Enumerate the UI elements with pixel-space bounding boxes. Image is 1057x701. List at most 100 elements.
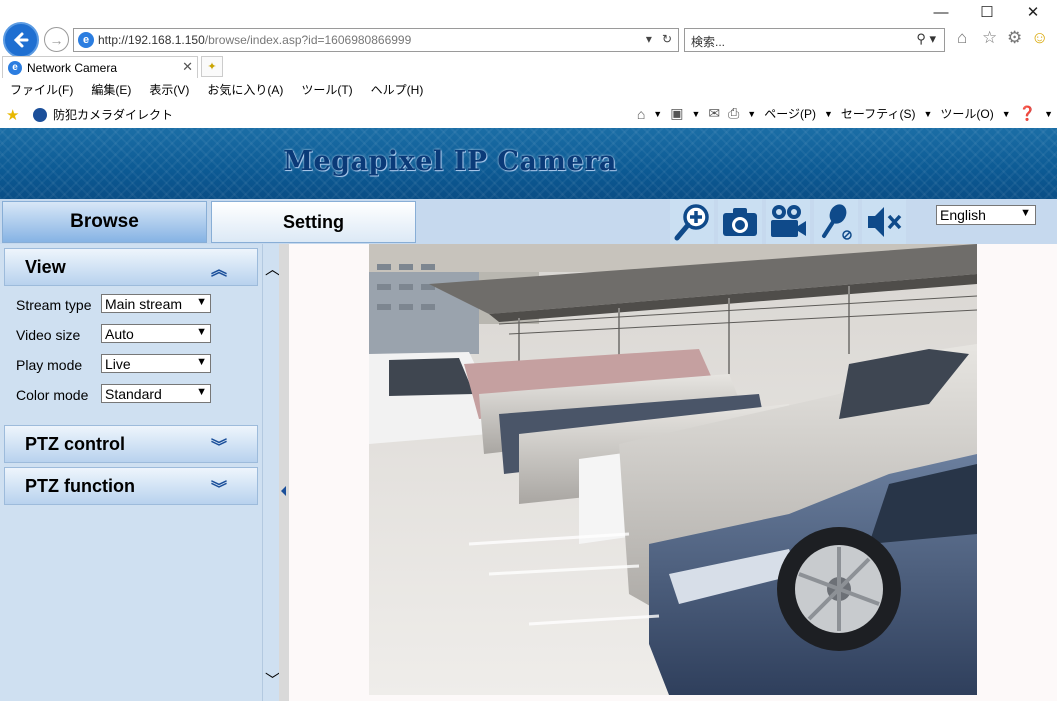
field-label: Video size: [16, 327, 81, 343]
search-icon[interactable]: ⚲ ▾: [916, 31, 936, 47]
menu-tools[interactable]: ツール(T): [301, 81, 352, 98]
language-select[interactable]: English ▼: [936, 205, 1036, 225]
search-placeholder: 検索...: [691, 35, 726, 49]
menu-file[interactable]: ファイル(F): [10, 81, 73, 98]
back-arrow-icon: [13, 32, 29, 48]
url-path: /browse/index.asp?id=1606980866999: [204, 33, 412, 47]
mail-icon[interactable]: ✉: [708, 105, 720, 122]
section-ptz-function-header[interactable]: PTZ function ︾: [4, 467, 258, 505]
control-panel: View ︽ Stream type Main stream ▼ Video s…: [0, 244, 263, 701]
section-ptz-control-header[interactable]: PTZ control ︾: [4, 425, 258, 463]
favorite-link-label: 防犯カメラダイレクト: [53, 108, 174, 122]
play-mode-value: Live: [105, 355, 131, 372]
camera-toolbar: [670, 199, 906, 244]
tab-setting[interactable]: Setting: [211, 201, 416, 243]
page-menu[interactable]: ページ(P): [764, 105, 816, 122]
camera-icon: [723, 207, 757, 236]
tab-strip: e Network Camera ✕ ✦: [0, 56, 1057, 78]
expand-down-icon[interactable]: ︾: [211, 475, 227, 499]
favorites-star-icon[interactable]: ☆: [982, 28, 997, 48]
favorites-star-icon[interactable]: ★: [6, 106, 19, 124]
zoom-in-icon: [674, 203, 709, 240]
safety-menu[interactable]: セーフティ(S): [841, 105, 916, 122]
play-mode-select[interactable]: Live ▼: [101, 354, 211, 373]
speaker-button[interactable]: [862, 199, 906, 244]
chevron-down-icon: ▼: [1020, 207, 1031, 219]
tab-network-camera[interactable]: e Network Camera ✕: [2, 56, 198, 78]
field-stream-type: Stream type Main stream ▼: [16, 294, 216, 314]
tab-title: Network Camera: [27, 60, 118, 75]
field-label: Stream type: [16, 297, 92, 313]
menu-help[interactable]: ヘルプ(H): [371, 81, 424, 98]
header-banner: Megapixel IP Camera: [0, 128, 1057, 199]
address-bar-row: → e http://192.168.1.150/browse/index.as…: [0, 22, 1057, 58]
zoom-in-button[interactable]: [670, 199, 714, 244]
chevron-down-icon: ▼: [196, 296, 207, 308]
chevron-down-icon: ▼: [196, 326, 207, 338]
new-tab-button[interactable]: ✦: [201, 56, 223, 77]
back-button[interactable]: [3, 22, 39, 58]
speaker-mute-icon: [868, 206, 902, 237]
field-label: Play mode: [16, 357, 83, 373]
scroll-up-icon[interactable]: ︿: [265, 258, 280, 279]
rss-feed-icon[interactable]: ▣: [670, 105, 683, 122]
close-window-button[interactable]: ✕: [1010, 0, 1056, 24]
expand-down-icon[interactable]: ︾: [211, 433, 227, 457]
maximize-button[interactable]: ☐: [964, 0, 1010, 24]
microphone-button[interactable]: [814, 199, 858, 244]
help-icon[interactable]: ❓: [1019, 105, 1036, 122]
field-color-mode: Color mode Standard ▼: [16, 384, 216, 404]
menu-view[interactable]: 表示(V): [149, 81, 189, 98]
record-button[interactable]: [766, 199, 810, 244]
chevron-down-icon: ▼: [196, 356, 207, 368]
menu-bar: ファイル(F) 編集(E) 表示(V) お気に入り(A) ツール(T) ヘルプ(…: [0, 78, 1057, 100]
section-ptz-control-title: PTZ control: [25, 433, 125, 454]
color-mode-value: Standard: [105, 385, 162, 402]
page-title: Megapixel IP Camera: [283, 146, 617, 177]
scroll-down-icon[interactable]: ﹀: [265, 669, 280, 690]
window-titlebar: — ☐ ✕: [0, 0, 1057, 24]
ie-favicon-icon: e: [8, 60, 22, 75]
collapse-up-icon[interactable]: ︽: [211, 256, 227, 280]
tools-menu[interactable]: ツール(O): [940, 105, 993, 122]
home-icon[interactable]: ⌂: [637, 106, 645, 122]
video-size-select[interactable]: Auto ▼: [101, 324, 211, 343]
menu-edit[interactable]: 編集(E): [91, 81, 131, 98]
section-ptz-function-title: PTZ function: [25, 475, 135, 496]
forward-button[interactable]: →: [44, 27, 69, 52]
site-icon: [33, 107, 47, 122]
favorite-link[interactable]: 防犯カメラダイレクト: [33, 106, 173, 123]
color-mode-select[interactable]: Standard ▼: [101, 384, 211, 403]
live-video-feed[interactable]: [369, 244, 977, 695]
field-video-size: Video size Auto ▼: [16, 324, 216, 344]
home-icon[interactable]: ⌂: [957, 28, 967, 48]
chevron-down-icon: ▼: [196, 386, 207, 398]
url-field[interactable]: e http://192.168.1.150/browse/index.asp?…: [73, 28, 679, 52]
main-nav: Browse Setting English ▼: [0, 199, 1057, 244]
snapshot-button[interactable]: [718, 199, 762, 244]
print-icon[interactable]: ⎙: [728, 105, 739, 122]
search-field[interactable]: 検索... ⚲ ▾: [684, 28, 945, 52]
parking-lot-image: [369, 244, 977, 695]
collapse-left-icon[interactable]: [281, 486, 286, 496]
gear-icon[interactable]: ⚙: [1007, 28, 1022, 48]
stream-type-value: Main stream: [105, 295, 183, 312]
stream-type-select[interactable]: Main stream ▼: [101, 294, 211, 313]
close-tab-icon[interactable]: ✕: [182, 59, 193, 75]
menu-favorites[interactable]: お気に入り(A): [207, 81, 283, 98]
url-host: http://192.168.1.150: [98, 33, 205, 47]
favorites-bar: ★ 防犯カメラダイレクト ⌂ ▼ ▣ ▼ ✉ ⎙ ▼ ページ(P) ▼ セーフティ(S)…: [0, 102, 1057, 126]
panel-scrollbar[interactable]: ︿ ﹀: [263, 244, 280, 701]
url-dropdown-icon[interactable]: ▾: [646, 32, 652, 46]
microphone-icon: [822, 203, 852, 240]
section-view-title: View: [25, 256, 66, 277]
tab-browse[interactable]: Browse: [2, 201, 207, 243]
language-value: English: [940, 207, 986, 223]
camera-page: Megapixel IP Camera Browse Setting Engli…: [0, 128, 1057, 701]
panel-splitter[interactable]: [279, 244, 289, 701]
smiley-icon[interactable]: ☺: [1031, 28, 1048, 48]
minimize-button[interactable]: —: [918, 0, 964, 24]
refresh-icon[interactable]: ↻: [662, 32, 672, 46]
field-label: Color mode: [16, 387, 89, 403]
section-view-header[interactable]: View ︽: [4, 248, 258, 286]
